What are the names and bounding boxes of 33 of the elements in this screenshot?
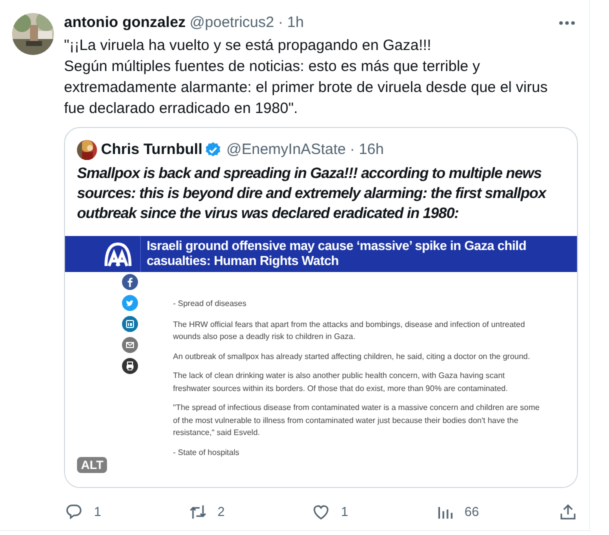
author-name[interactable]: antonio gonzalez: [64, 12, 186, 34]
author-handle[interactable]: @poetricus2: [190, 12, 274, 34]
quoted-post-card[interactable]: [64, 127, 578, 488]
post-time[interactable]: 16h: [358, 138, 384, 162]
article-headline: Israeli ground offensive may cause ‘massive’ spike in Gaza child casualties: Human Rights Watch: [146, 237, 528, 270]
repost-count: 2: [218, 503, 225, 522]
printer-icon: [122, 358, 138, 374]
like-count: 1: [341, 503, 348, 522]
article-subheading: - Spread of diseases: [173, 298, 248, 310]
author-handle[interactable]: @EnemyInAState: [226, 138, 346, 162]
article-paragraph: An outbreak of smallpox has already started affecting children, he said, citing a doctor on the ground.: [173, 350, 531, 363]
article-paragraph: "The spread of infectious disease from contaminated water is a massive concern and children are some of the most vulnerable to illness from contaminated water just because their bodies don't have the resistance," said Esveld.: [173, 402, 541, 439]
author-name[interactable]: Chris Turnbull: [101, 138, 202, 162]
linkedin-icon: [122, 316, 138, 332]
alt-badge[interactable]: ALT: [77, 457, 108, 473]
facebook-icon: [122, 274, 138, 290]
separator-dot: ·: [348, 140, 356, 160]
quoted-post-text: Smallpox is back and spreading in Gaza!!! according to multiple news sources: this is beyond dire and extremely alarming: the first smallpox outbreak since the virus was declared eradicated in 1980:: [76, 164, 548, 224]
reply-count: 1: [94, 503, 102, 522]
article-paragraph: The lack of clean drinking water is also another public health concern, with Gaza having scant freshwater sources within its borders. Of those that do exist, more than 90% are contaminated.: [173, 370, 509, 394]
views-count: 66: [464, 503, 479, 522]
envelope-icon: [122, 337, 138, 353]
article-subheading: - State of hospitals: [173, 446, 240, 459]
separator-dot: ·: [277, 12, 284, 33]
more-icon[interactable]: [558, 20, 576, 26]
post-text: Según múltiples fuentes de noticias: esto es más que terrible y extremadamente alarmante: el primer brote de viruela desde que el virus fue declarado erradicado en 1980".: [64, 57, 549, 119]
post-text: "¡¡La viruela ha vuelto y se está propagando en Gaza!!!: [64, 36, 432, 56]
reply-icon[interactable]: [64, 502, 84, 522]
article-paragraph: The HRW official fears that apart from the attacks and bombings, disease and infection of untreated wounds also pose a deadly risk to children in Gaza.: [173, 318, 526, 343]
share-icon[interactable]: [558, 502, 578, 522]
post-time[interactable]: 1h: [287, 12, 304, 34]
agency-logo-icon: [104, 241, 132, 267]
bird-icon: [122, 295, 138, 311]
